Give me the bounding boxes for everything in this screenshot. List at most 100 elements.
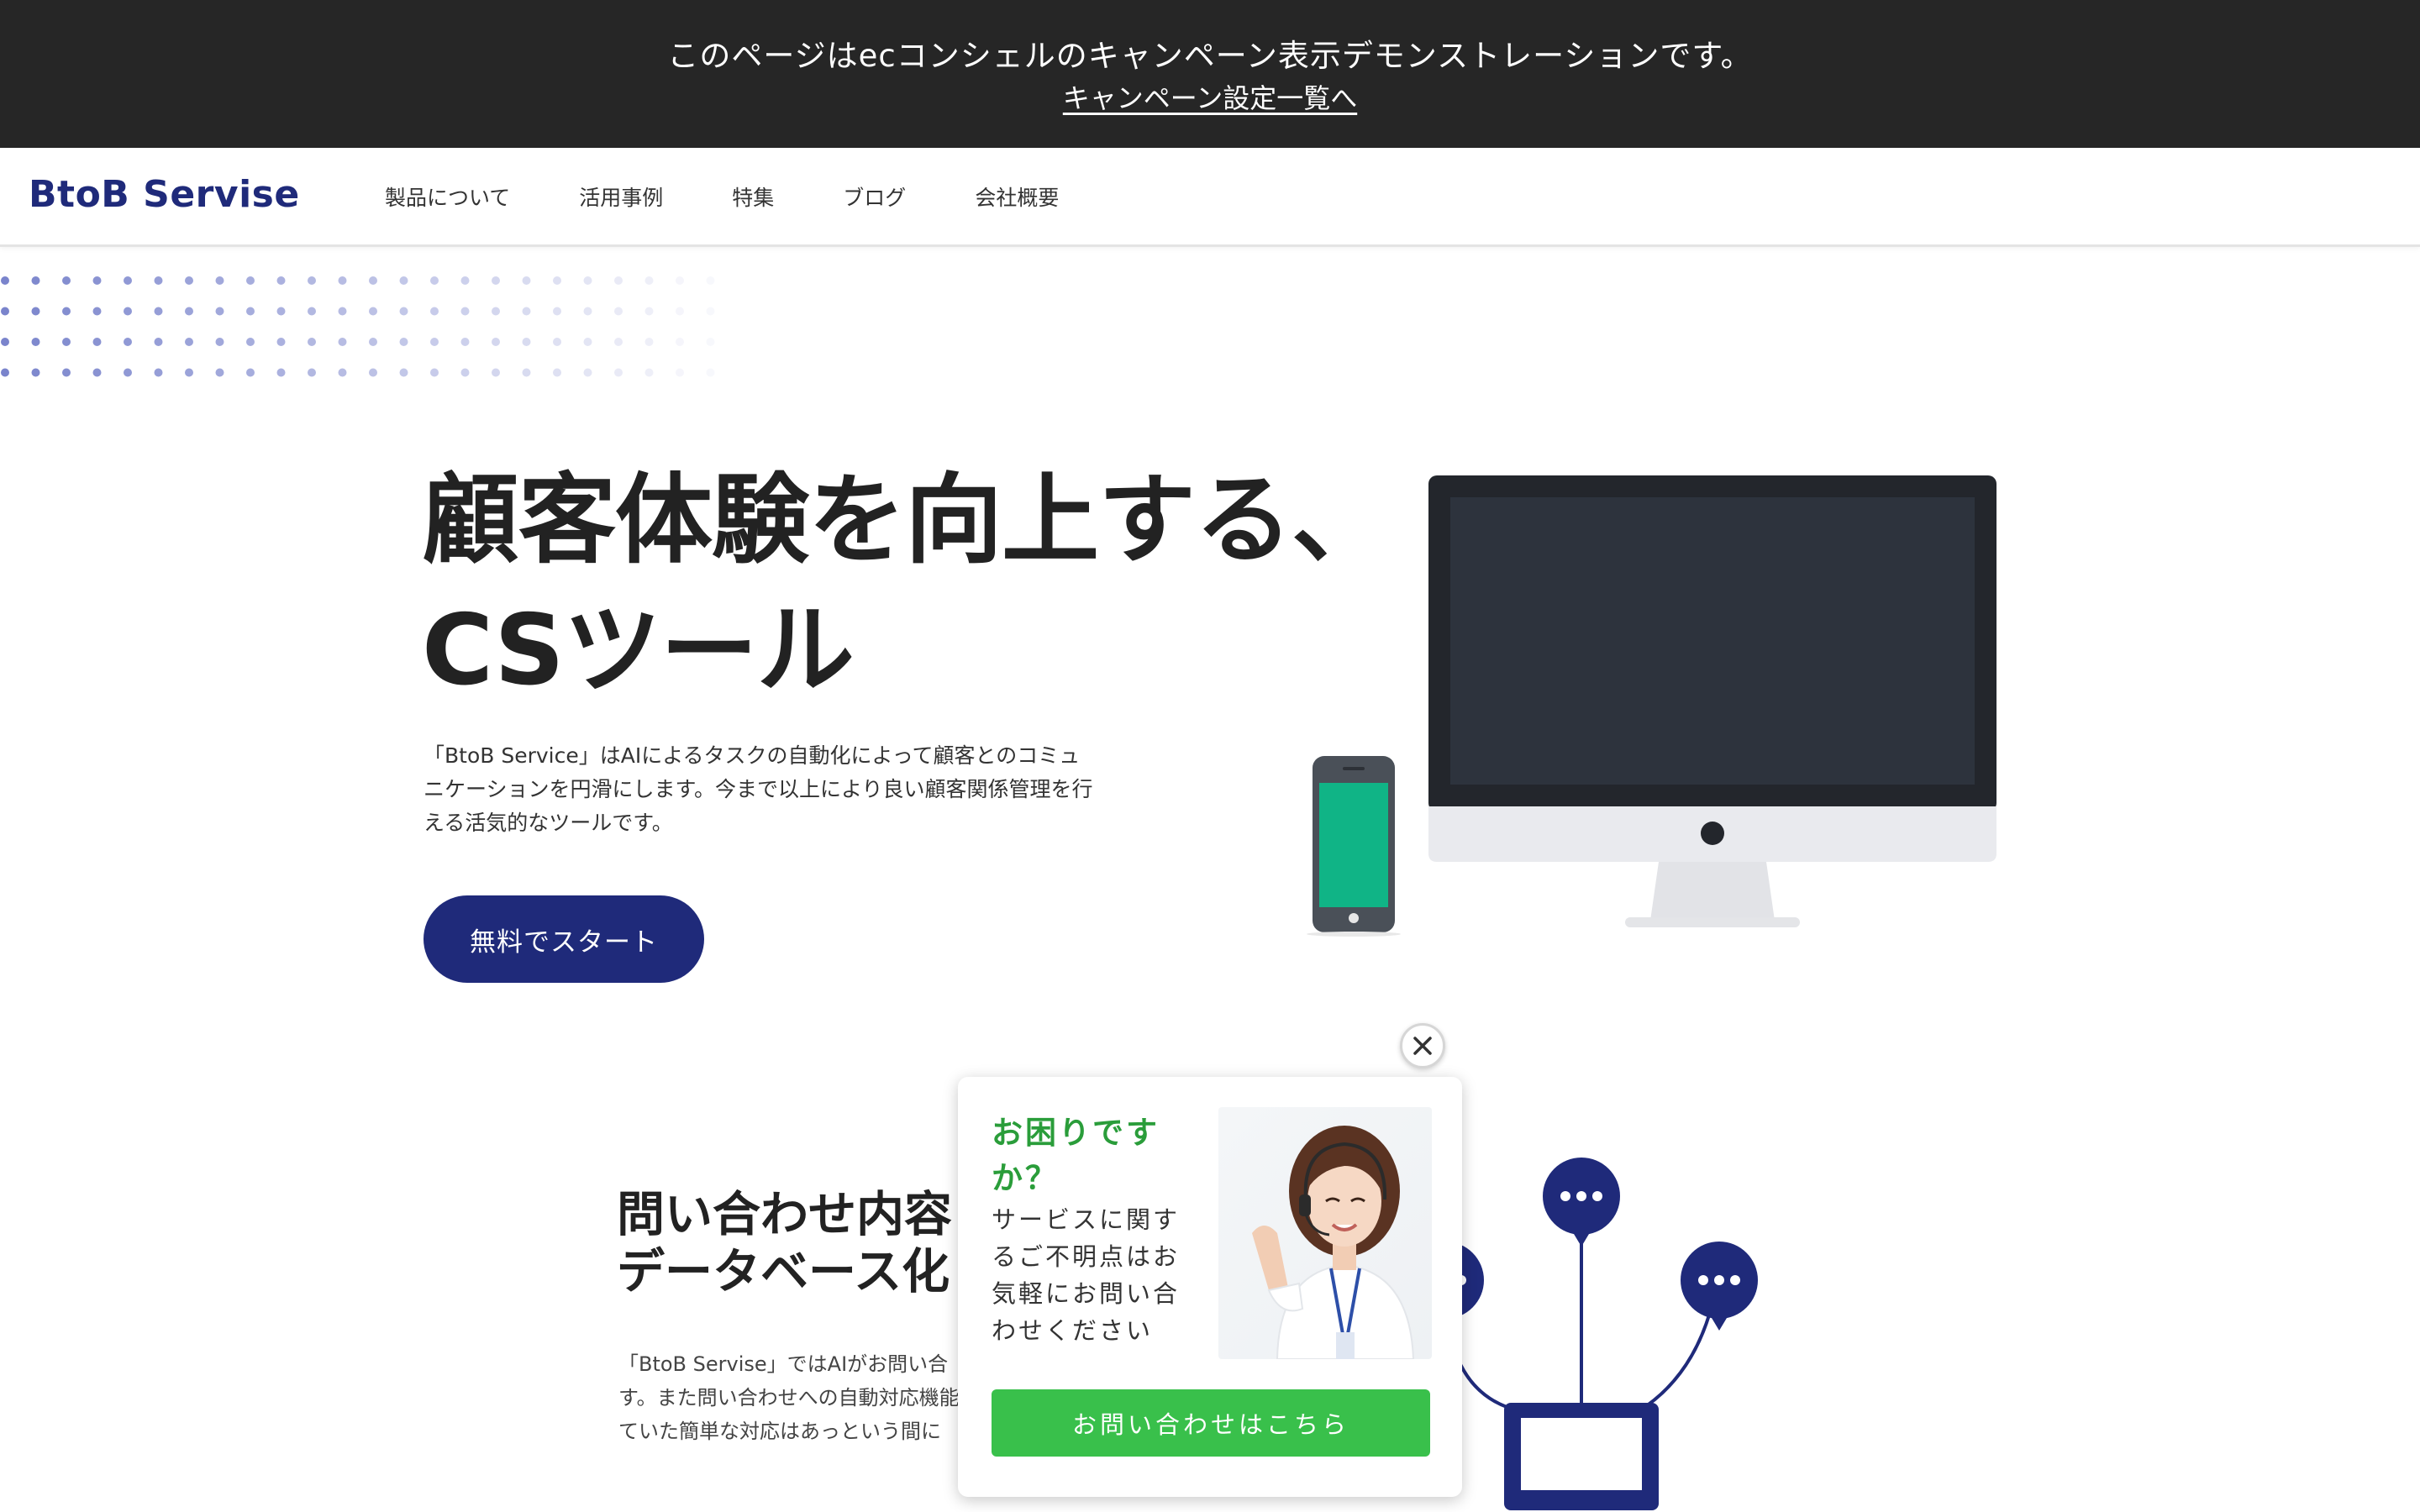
decorative-dot <box>644 276 654 285</box>
decorative-dot <box>62 338 71 346</box>
popup-title: お困りですか？ <box>992 1115 1160 1196</box>
decorative-dot <box>553 307 561 316</box>
decorative-dot <box>246 338 255 346</box>
campaign-settings-link-wrap: キャンペーン設定一覧へ <box>0 77 2420 116</box>
decorative-dot <box>92 276 102 285</box>
decorative-dot <box>369 307 377 316</box>
decorative-dot <box>583 276 592 285</box>
decorative-dot <box>338 307 347 316</box>
decorative-dot <box>399 307 408 316</box>
decorative-dot <box>215 368 224 377</box>
hero-description-line: える活気的なツールです。 <box>424 811 673 835</box>
decorative-dot <box>706 307 715 316</box>
decorative-dot <box>430 338 439 346</box>
decorative-dot <box>614 276 623 285</box>
demo-banner: このページはecコンシェルのキャンペーン表示デモンストレーションです。 キャンペ… <box>0 0 2420 148</box>
decorative-dot <box>276 307 286 316</box>
nav-item-features[interactable]: 特集 <box>732 181 774 212</box>
decorative-dot <box>276 276 286 285</box>
devices-illustration <box>1307 475 1996 937</box>
decorative-dot <box>338 338 347 346</box>
decorative-dot <box>276 338 286 346</box>
main-nav: 製品について 活用事例 特集 ブログ 会社概要 <box>385 181 1128 212</box>
decorative-dot <box>215 276 224 285</box>
decorative-dot <box>62 276 71 285</box>
decorative-dot <box>614 338 623 346</box>
campaign-settings-link[interactable]: キャンペーン設定一覧へ <box>1063 82 1357 114</box>
popup-close-button[interactable] <box>1400 1023 1445 1068</box>
decorative-dot <box>31 338 40 346</box>
decorative-dot <box>124 307 132 316</box>
decorative-dot <box>614 368 623 377</box>
decorative-dot <box>308 338 316 346</box>
section2-title: 問い合わせ内容 データベース化 <box>617 1186 952 1300</box>
decorative-dot <box>553 368 561 377</box>
support-agent-illustration <box>1252 1126 1415 1359</box>
decorative-dot <box>460 338 470 346</box>
section2-title-line-1: 問い合わせ内容 <box>617 1187 952 1242</box>
nav-item-products[interactable]: 製品について <box>385 181 510 212</box>
decorative-dot <box>399 368 408 377</box>
decorative-dot <box>583 338 592 346</box>
hero-title-line-1: 顧客体験を向上する、 <box>422 464 1389 577</box>
nav-item-company[interactable]: 会社概要 <box>975 181 1059 212</box>
decorative-dot <box>369 368 377 377</box>
decorative-dot <box>460 307 470 316</box>
decorative-dot <box>92 307 102 316</box>
inquiry-popup: お困りですか？ サービスに関するご不明点はお気軽にお問い合わせください お問い合… <box>958 1077 1462 1497</box>
decorative-dot <box>553 338 561 346</box>
decorative-dot <box>246 276 255 285</box>
decorative-dot <box>676 276 684 285</box>
decorative-dot <box>522 338 531 346</box>
decorative-dot <box>308 276 316 285</box>
decorative-dot <box>460 276 470 285</box>
decorative-dot <box>676 307 684 316</box>
decorative-dot <box>308 307 316 316</box>
decorative-dot <box>676 368 684 377</box>
decorative-dot <box>644 368 654 377</box>
hero-title: 顧客体験を向上する、 CSツール <box>422 455 1389 716</box>
decorative-dot <box>583 368 592 377</box>
decorative-dot <box>369 338 377 346</box>
decorative-dot <box>154 368 163 377</box>
section2-title-line-2: データベース化 <box>617 1244 950 1299</box>
decorative-dot <box>124 368 132 377</box>
decorative-dot <box>154 276 163 285</box>
nav-item-cases[interactable]: 活用事例 <box>579 181 663 212</box>
decorative-dot <box>614 307 623 316</box>
decorative-dot <box>492 368 500 377</box>
decorative-dot <box>706 368 715 377</box>
decorative-dot <box>31 276 40 285</box>
decorative-dot <box>553 276 561 285</box>
monitor-icon <box>1428 475 1996 927</box>
hero-description-line: 「BtoB Service」はAIによるタスクの自動化によって顧客とのコミュ <box>424 743 1081 768</box>
site-header: BtoB Servise 製品について 活用事例 特集 ブログ 会社概要 <box>0 148 2420 247</box>
free-start-button[interactable]: 無料でスタート <box>424 895 704 983</box>
decorative-dot <box>644 307 654 316</box>
decorative-dot <box>522 368 531 377</box>
hero-title-line-2: CSツール <box>422 594 855 707</box>
decorative-dot <box>246 368 255 377</box>
popup-body: サービスに関するご不明点はお気軽にお問い合わせください <box>992 1205 1181 1345</box>
decorative-dot <box>706 276 715 285</box>
decorative-dot <box>492 276 500 285</box>
decorative-dot <box>492 307 500 316</box>
monitor-icon <box>1504 1403 1659 1510</box>
decorative-dot <box>1 338 9 346</box>
nav-item-blog[interactable]: ブログ <box>843 181 906 212</box>
decorative-dot <box>185 276 193 285</box>
decorative-dot <box>338 276 347 285</box>
decorative-dot <box>215 338 224 346</box>
decorative-dot <box>583 307 592 316</box>
decorative-dot <box>154 307 163 316</box>
decorative-dot <box>369 276 377 285</box>
decorative-dot <box>308 368 316 377</box>
decorative-dot <box>215 307 224 316</box>
decorative-dot <box>644 338 654 346</box>
inquiry-button[interactable]: お問い合わせはこちら <box>992 1389 1430 1457</box>
decorative-dot <box>522 276 531 285</box>
decorative-dot <box>92 338 102 346</box>
decorative-dot <box>676 338 684 346</box>
decorative-dot <box>276 368 286 377</box>
site-logo[interactable]: BtoB Servise <box>29 173 300 216</box>
